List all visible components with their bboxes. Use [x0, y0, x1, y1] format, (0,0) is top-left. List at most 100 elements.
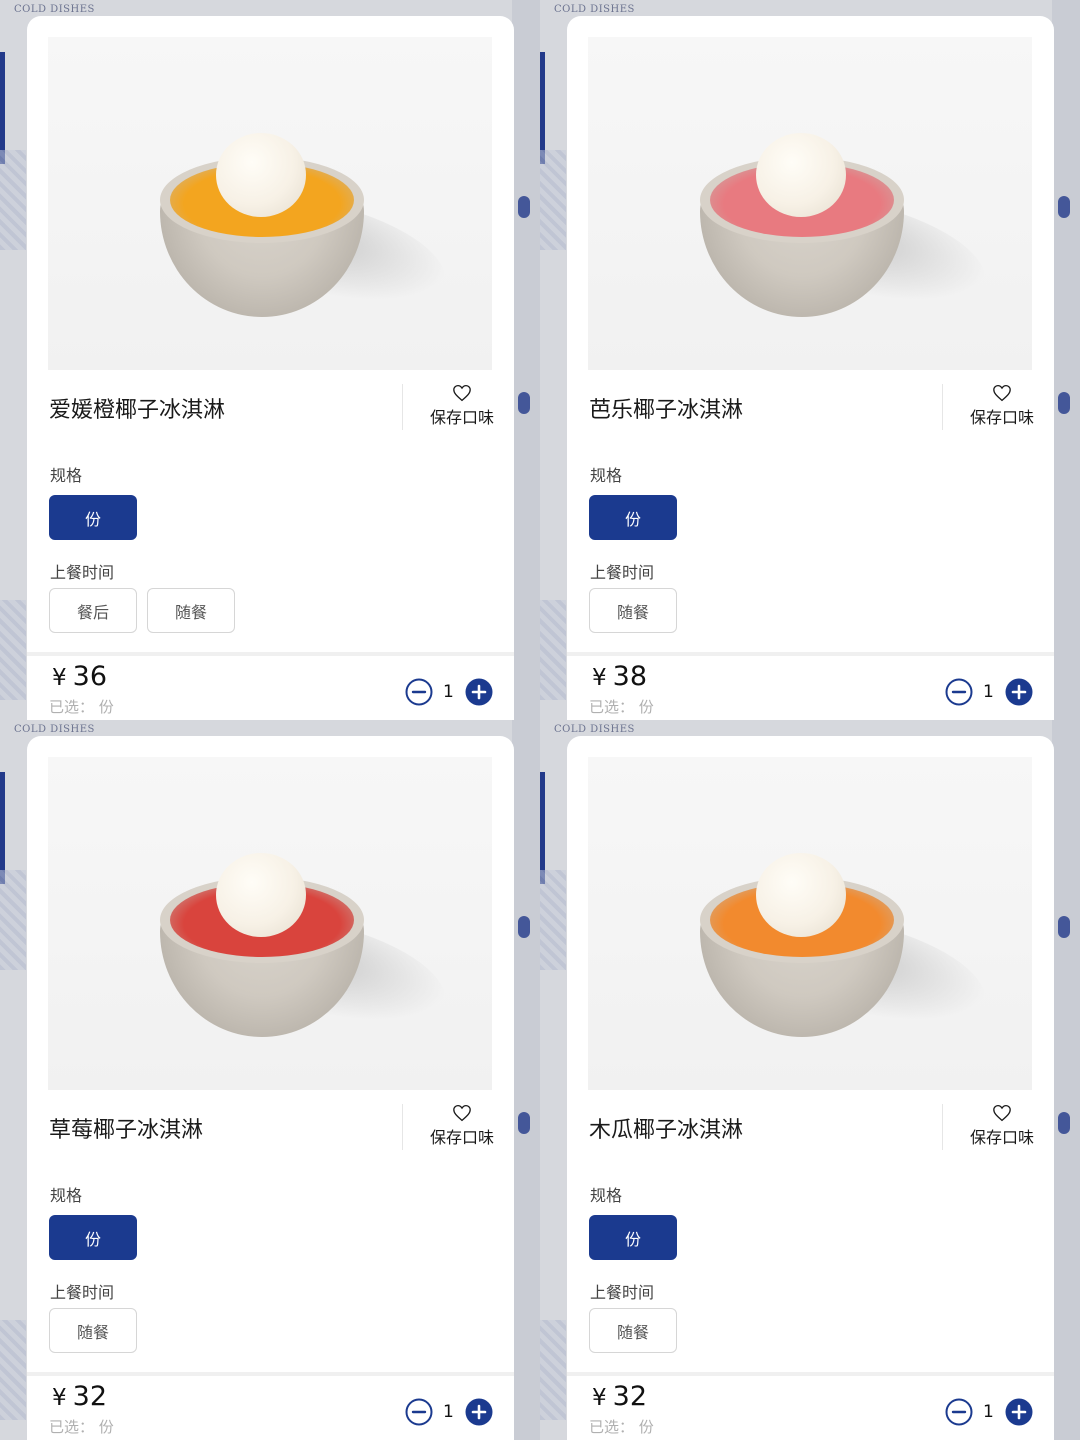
quantity-value: 1 [443, 682, 454, 702]
save-flavor-button[interactable]: 保存口味 [417, 384, 507, 428]
spec-section-label: 规格 [50, 1186, 83, 1205]
save-flavor-button[interactable]: 保存口味 [957, 1104, 1047, 1148]
background-indicator [1058, 196, 1070, 218]
background-accent-bar [0, 52, 5, 164]
divider [402, 384, 403, 430]
save-flavor-button[interactable]: 保存口味 [417, 1104, 507, 1148]
product-detail-card: 木瓜椰子冰淇淋 保存口味 规格 份 上餐时间 随餐 ¥32 已选： 份 1 [567, 736, 1054, 1440]
quantity-stepper: 1 [945, 678, 1035, 708]
ice-cream-scoop [756, 853, 846, 937]
background-indicator [518, 196, 530, 218]
product-photo [48, 37, 492, 370]
menu-panel: COLD DISHES 木瓜椰子冰淇淋 保存口味 规格 份 上餐时间 随餐 ¥ … [540, 720, 1080, 1440]
time-option[interactable]: 随餐 [589, 588, 677, 633]
spec-option[interactable]: 份 [589, 1215, 677, 1260]
save-flavor-label: 保存口味 [969, 408, 1034, 427]
background-accent-bar [0, 772, 5, 884]
quantity-value: 1 [443, 1402, 454, 1422]
product-photo [588, 37, 1032, 370]
background-pattern [540, 870, 566, 970]
product-detail-card: 草莓椰子冰淇淋 保存口味 规格 份 上餐时间 随餐 ¥32 已选： 份 1 [27, 736, 514, 1440]
currency-symbol: ¥ [592, 665, 607, 691]
product-detail-card: 芭乐椰子冰淇淋 保存口味 规格 份 上餐时间 随餐 ¥38 已选： 份 1 [567, 16, 1054, 720]
background-accent-bar [540, 772, 545, 884]
background-section-header: COLD DISHES [554, 4, 635, 15]
price-value: 32 [72, 1381, 107, 1412]
background-pattern [540, 150, 566, 250]
background-pattern [0, 870, 26, 970]
spec-section-label: 规格 [590, 466, 623, 485]
save-flavor-label: 保存口味 [429, 408, 494, 427]
save-flavor-label: 保存口味 [969, 1128, 1034, 1147]
background-section-header: COLD DISHES [14, 724, 95, 735]
ice-cream-scoop [216, 853, 306, 937]
serving-time-label: 上餐时间 [50, 1283, 115, 1302]
price: ¥38 [592, 661, 647, 692]
selected-prefix: 已选： [49, 1418, 95, 1436]
heart-icon [957, 384, 1047, 402]
currency-symbol: ¥ [52, 1385, 67, 1411]
serving-time-label: 上餐时间 [590, 563, 655, 582]
quantity-value: 1 [983, 682, 994, 702]
spec-section-label: 规格 [590, 1186, 623, 1205]
selected-summary: 已选： 份 [589, 1416, 654, 1437]
serving-time-label: 上餐时间 [50, 563, 115, 582]
ice-cream-scoop [216, 133, 306, 217]
product-title: 爱媛橙椰子冰淇淋 [49, 398, 226, 423]
background-indicator [1058, 1112, 1070, 1134]
selected-value: 份 [638, 698, 654, 716]
spec-option[interactable]: 份 [49, 495, 137, 540]
price-value: 38 [612, 661, 647, 692]
spec-option[interactable]: 份 [589, 495, 677, 540]
product-title: 芭乐椰子冰淇淋 [589, 398, 744, 423]
spec-section-label: 规格 [50, 466, 83, 485]
background-indicator [518, 916, 530, 938]
product-title: 木瓜椰子冰淇淋 [589, 1118, 744, 1143]
background-pattern [540, 1320, 566, 1420]
quantity-stepper: 1 [405, 1398, 495, 1428]
product-detail-card: 爱媛橙椰子冰淇淋 保存口味 规格 份 上餐时间 餐后 随餐 ¥36 已选： 份 1 [27, 16, 514, 720]
heart-icon [417, 384, 507, 402]
divider [942, 384, 943, 430]
selected-value: 份 [98, 1418, 114, 1436]
order-footer: ¥36 已选： 份 1 [27, 652, 514, 720]
quantity-stepper: 1 [405, 678, 495, 708]
order-footer: ¥32 已选： 份 1 [567, 1372, 1054, 1440]
quantity-stepper: 1 [945, 1398, 1035, 1428]
background-section-header: COLD DISHES [554, 724, 635, 735]
background-menu-strip [1052, 720, 1080, 1440]
time-option[interactable]: 餐后 [49, 588, 137, 633]
time-option[interactable]: 随餐 [49, 1308, 137, 1353]
selected-value: 份 [638, 1418, 654, 1436]
price: ¥32 [592, 1381, 647, 1412]
order-footer: ¥32 已选： 份 1 [27, 1372, 514, 1440]
order-footer: ¥38 已选： 份 1 [567, 652, 1054, 720]
background-indicator [1058, 392, 1070, 414]
background-indicator [1058, 916, 1070, 938]
price: ¥36 [52, 661, 107, 692]
selected-prefix: 已选： [589, 698, 635, 716]
product-photo [588, 757, 1032, 1090]
menu-panel: COLD DISHES 芭乐椰子冰淇淋 保存口味 规格 份 上餐时间 随餐 ¥ … [540, 0, 1080, 720]
selected-summary: 已选： 份 [49, 696, 114, 717]
spec-option[interactable]: 份 [49, 1215, 137, 1260]
product-title: 草莓椰子冰淇淋 [49, 1118, 204, 1143]
save-flavor-button[interactable]: 保存口味 [957, 384, 1047, 428]
menu-panel: COLD DISHES 爱媛橙椰子冰淇淋 保存口味 规格 份 上餐时间 餐后 随… [0, 0, 540, 720]
price: ¥32 [52, 1381, 107, 1412]
divider [402, 1104, 403, 1150]
currency-symbol: ¥ [592, 1385, 607, 1411]
time-option[interactable]: 随餐 [147, 588, 235, 633]
save-flavor-label: 保存口味 [429, 1128, 494, 1147]
selected-prefix: 已选： [49, 698, 95, 716]
time-option[interactable]: 随餐 [589, 1308, 677, 1353]
price-value: 36 [72, 661, 107, 692]
price-value: 32 [612, 1381, 647, 1412]
currency-symbol: ¥ [52, 665, 67, 691]
background-menu-strip [512, 0, 540, 720]
quantity-value: 1 [983, 1402, 994, 1422]
selected-value: 份 [98, 698, 114, 716]
serving-time-label: 上餐时间 [590, 1283, 655, 1302]
background-pattern [0, 1320, 26, 1420]
product-photo [48, 757, 492, 1090]
